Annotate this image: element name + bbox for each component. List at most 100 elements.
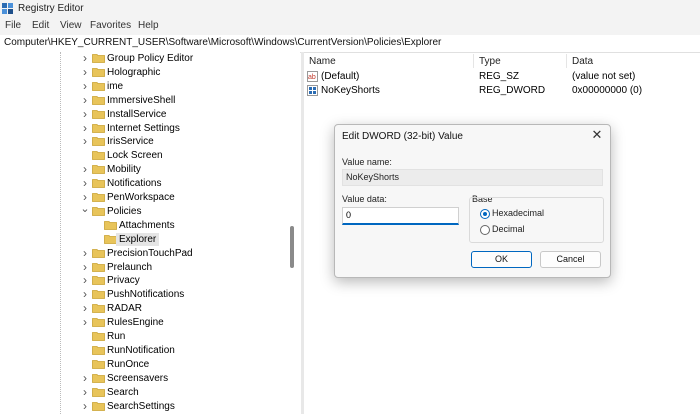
tree-item[interactable]: › Internet Settings [0,122,290,136]
tree-item-label[interactable]: Run [107,330,125,343]
decimal-label[interactable]: Decimal [492,224,525,234]
tree-item[interactable]: › Search [0,386,290,400]
value-data-text[interactable]: 0 [346,210,351,220]
tree-item[interactable]: Run [0,330,290,344]
menu-favorites[interactable]: Favorites [90,20,131,31]
tree-item-label[interactable]: SearchSettings [107,400,175,413]
tree-item[interactable]: › PrecisionTouchPad [0,247,290,261]
tree-item-label[interactable]: Explorer [116,232,160,246]
chevron-right-icon[interactable]: › [80,288,90,300]
chevron-down-icon[interactable]: ⌄ [80,203,90,216]
tree-item[interactable]: › Screensavers [0,372,290,386]
column-separator[interactable] [473,54,474,68]
tree-item-label[interactable]: PrecisionTouchPad [107,247,193,260]
tree-item-label[interactable]: IrisService [107,135,154,148]
string-value-icon: ab [307,71,318,82]
chevron-right-icon[interactable]: › [80,108,90,120]
tree-item[interactable]: RunOnce [0,358,290,372]
menu-view[interactable]: View [60,20,82,31]
tree-item-label[interactable]: Holographic [107,66,160,79]
tree-item-label[interactable]: Internet Settings [107,122,180,135]
tree-item-label[interactable]: Prelaunch [107,261,152,274]
chevron-right-icon[interactable]: › [80,386,90,398]
chevron-right-icon[interactable]: › [80,80,90,92]
chevron-right-icon[interactable]: › [80,163,90,175]
value-data-input[interactable]: 0 [342,207,459,225]
tree-item[interactable]: › ime [0,80,290,94]
tree-item[interactable]: › Mobility [0,163,290,177]
tree-item[interactable]: › PenWorkspace [0,191,290,205]
chevron-right-icon[interactable]: › [80,247,90,259]
tree-item[interactable]: › Holographic [0,66,290,80]
decimal-radio[interactable] [480,225,490,235]
chevron-right-icon[interactable]: › [80,302,90,314]
close-icon[interactable]: ✕ [590,128,604,142]
tree-item-label[interactable]: Policies [107,205,141,218]
chevron-right-icon[interactable]: › [80,316,90,328]
column-header-name[interactable]: Name [309,56,336,67]
tree-item[interactable]: › RADAR [0,302,290,316]
chevron-right-icon[interactable]: › [80,177,90,189]
tree-scrollbar-thumb[interactable] [290,226,294,268]
menu-edit[interactable]: Edit [32,20,49,31]
chevron-right-icon[interactable]: › [80,94,90,106]
menu-file[interactable]: File [5,20,21,31]
tree-item-label[interactable]: RunOnce [107,358,149,371]
tree-item[interactable]: › Privacy [0,274,290,288]
tree-item[interactable]: › SearchSettings [0,400,290,414]
tree-item[interactable]: › RulesEngine [0,316,290,330]
tree-item[interactable]: › PushNotifications [0,288,290,302]
menu-help[interactable]: Help [138,20,159,31]
tree-item[interactable]: ⌄ Policies [0,203,290,219]
chevron-right-icon[interactable]: › [80,400,90,412]
tree-item[interactable]: › ImmersiveShell [0,94,290,108]
tree-item-label[interactable]: ime [107,80,123,93]
tree-item[interactable]: › InstallService [0,108,290,122]
chevron-right-icon[interactable]: › [80,261,90,273]
chevron-right-icon[interactable]: › [80,52,90,64]
key-tree-pane[interactable]: › Group Policy Editor › Holographic › ime › Imm… [0,52,300,414]
column-header-type[interactable]: Type [479,56,501,67]
chevron-right-icon[interactable]: › [80,122,90,134]
tree-item-label[interactable]: InstallService [107,108,166,121]
tree-item-label[interactable]: RunNotification [107,344,175,357]
tree-item-label[interactable]: Privacy [107,274,140,287]
value-row[interactable]: NoKeyShorts REG_DWORD 0x00000000 (0) [305,84,700,98]
column-header-data[interactable]: Data [572,56,593,67]
tree-item-label[interactable]: Lock Screen [107,149,163,162]
tree-item-label[interactable]: Attachments [119,219,175,232]
tree-item[interactable]: RunNotification [0,344,290,358]
chevron-right-icon[interactable]: › [80,274,90,286]
tree-item[interactable]: Attachments [0,219,290,233]
chevron-right-icon[interactable]: › [80,191,90,203]
tree-item[interactable]: › Prelaunch [0,261,290,275]
tree-item[interactable]: › IrisService [0,135,290,149]
address-path[interactable]: Computer\HKEY_CURRENT_USER\Software\Micr… [4,37,441,48]
tree-item[interactable]: Lock Screen [0,149,290,163]
tree-item-label[interactable]: Mobility [107,163,141,176]
hexadecimal-label[interactable]: Hexadecimal [492,208,544,218]
chevron-right-icon[interactable]: › [80,66,90,78]
column-separator[interactable] [566,54,567,68]
cancel-button[interactable]: Cancel [540,251,601,268]
tree-item-label[interactable]: Group Policy Editor [107,52,193,65]
tree-item-label[interactable]: RADAR [107,302,142,315]
address-bar[interactable]: Computer\HKEY_CURRENT_USER\Software\Micr… [0,35,700,53]
tree-item-label[interactable]: Screensavers [107,372,168,385]
ok-button[interactable]: OK [471,251,532,268]
pane-splitter[interactable] [301,52,304,414]
tree-item-label[interactable]: PenWorkspace [107,191,175,204]
tree-item[interactable]: › Group Policy Editor [0,52,290,66]
hexadecimal-radio[interactable] [480,209,490,219]
tree-item-label[interactable]: Notifications [107,177,161,190]
tree-item-label[interactable]: RulesEngine [107,316,164,329]
value-data: (value not set) [572,71,636,82]
value-row[interactable]: ab (Default) REG_SZ (value not set) [305,70,700,84]
chevron-right-icon[interactable]: › [80,135,90,147]
tree-item[interactable]: › Notifications [0,177,290,191]
tree-item-label[interactable]: ImmersiveShell [107,94,175,107]
chevron-right-icon[interactable]: › [80,372,90,384]
tree-item[interactable]: Explorer [0,232,290,247]
tree-item-label[interactable]: Search [107,386,139,399]
tree-item-label[interactable]: PushNotifications [107,288,184,301]
